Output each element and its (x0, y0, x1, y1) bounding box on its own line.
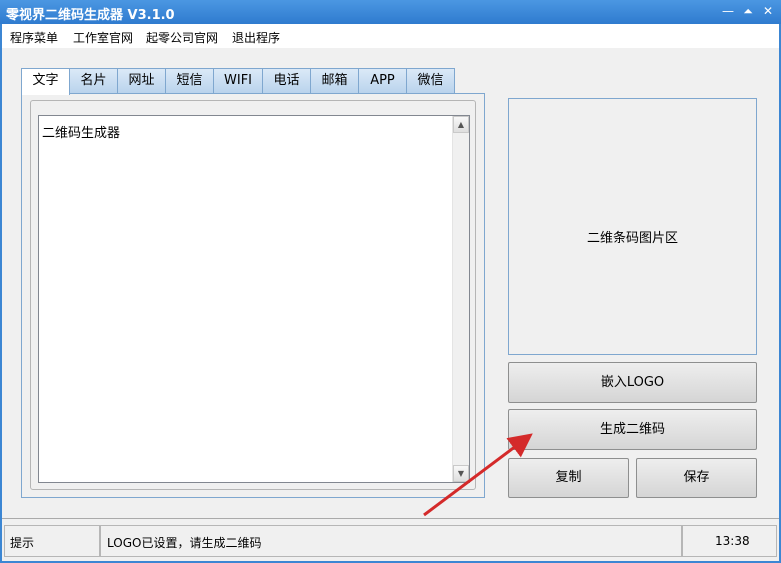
client-area: 文字 名片 网址 短信 WIFI 电话 邮箱 APP 微信 二维码生成器 ▲ ▼ (2, 48, 779, 518)
window-title: 零视界二维码生成器 V3.1.0 (6, 8, 175, 23)
tab-text[interactable]: 文字 (21, 68, 70, 95)
restore-button[interactable]: ⏶ (741, 3, 755, 19)
editor-frame: 二维码生成器 ▲ ▼ (30, 100, 476, 490)
menu-bar: 程序菜单 工作室官网 起零公司官网 退出程序 (2, 24, 779, 48)
copy-button[interactable]: 复制 (508, 458, 629, 498)
status-time-cell: 13:38 (682, 525, 777, 557)
scroll-down-icon[interactable]: ▼ (453, 465, 469, 482)
embed-logo-button[interactable]: 嵌入LOGO (508, 362, 757, 403)
vertical-scrollbar[interactable]: ▲ ▼ (452, 116, 469, 482)
qr-preview-label: 二维条码图片区 (586, 231, 678, 246)
menu-item-company-site[interactable]: 起零公司官网 (146, 29, 218, 46)
tab-phone[interactable]: 电话 (262, 68, 311, 94)
save-button[interactable]: 保存 (636, 458, 757, 498)
tab-wechat[interactable]: 微信 (406, 68, 455, 94)
status-bar: 提示 LOGO已设置，请生成二维码 13:38 (2, 518, 779, 561)
menu-item-program[interactable]: 程序菜单 (10, 29, 58, 46)
status-message: LOGO已设置，请生成二维码 (107, 536, 262, 550)
status-hint-cell: 提示 (4, 525, 100, 557)
tab-sms[interactable]: 短信 (165, 68, 214, 94)
tab-strip: 文字 名片 网址 短信 WIFI 电话 邮箱 APP 微信 (21, 68, 455, 95)
menu-item-exit[interactable]: 退出程序 (232, 29, 280, 46)
text-input-value: 二维码生成器 (42, 126, 121, 141)
status-message-cell: LOGO已设置，请生成二维码 (100, 525, 682, 557)
tab-panel-text: 二维码生成器 ▲ ▼ (21, 93, 485, 498)
generate-qr-button[interactable]: 生成二维码 (508, 409, 757, 450)
window-controls: — ⏶ ✕ (721, 3, 775, 19)
menu-item-studio-site[interactable]: 工作室官网 (73, 29, 133, 46)
scroll-up-icon[interactable]: ▲ (453, 116, 469, 133)
tab-business-card[interactable]: 名片 (69, 68, 118, 94)
tab-app[interactable]: APP (358, 68, 407, 94)
close-button[interactable]: ✕ (761, 3, 775, 19)
status-hint-label: 提示 (10, 536, 35, 550)
qr-preview-area: 二维条码图片区 (508, 98, 757, 355)
minimize-button[interactable]: — (721, 3, 735, 19)
title-bar[interactable]: 零视界二维码生成器 V3.1.0 — ⏶ ✕ (0, 0, 781, 24)
tab-wifi[interactable]: WIFI (213, 68, 263, 94)
tab-email[interactable]: 邮箱 (310, 68, 359, 94)
tab-url[interactable]: 网址 (117, 68, 166, 94)
status-time: 13:38 (715, 534, 750, 548)
text-input[interactable]: 二维码生成器 ▲ ▼ (38, 115, 470, 483)
app-window: 零视界二维码生成器 V3.1.0 — ⏶ ✕ 程序菜单 工作室官网 起零公司官网… (0, 0, 781, 563)
